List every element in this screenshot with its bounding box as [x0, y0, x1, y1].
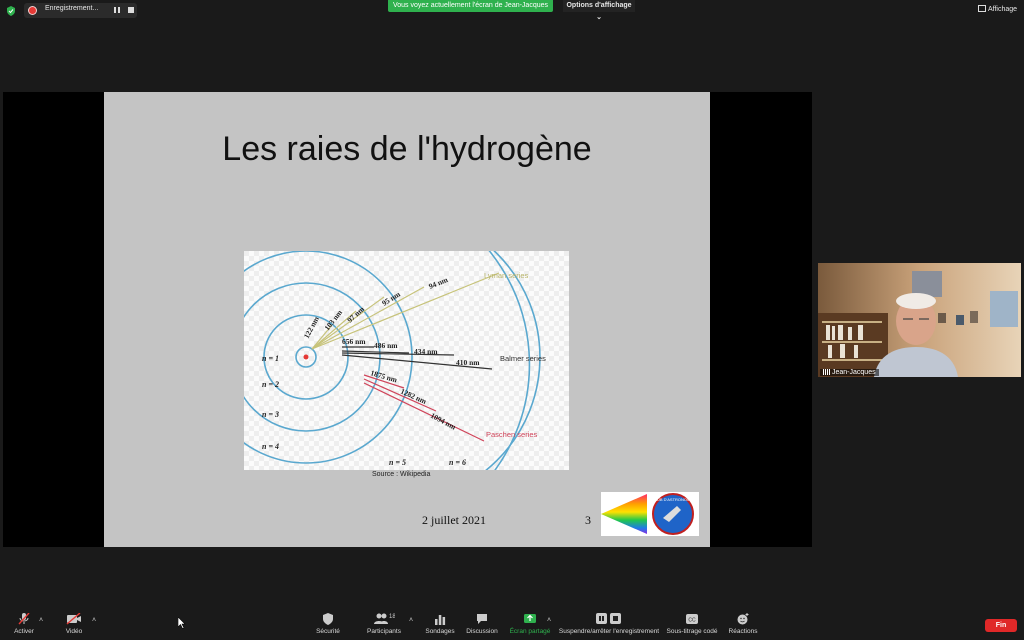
unmute-button[interactable]: Activer	[10, 613, 38, 635]
participant-name: Jean-Jacques	[832, 369, 876, 376]
slide-title: Les raies de l'hydrogène	[222, 130, 592, 168]
share-options-caret[interactable]: ˄	[547, 617, 551, 624]
hydrogen-orbits-svg: n = 1 n = 2 n = 3 n = 4 n = 5 n = 6 122 …	[199, 210, 569, 504]
video-off-icon	[66, 613, 81, 625]
captions-button[interactable]: CC Sous-titrage codé	[666, 613, 718, 635]
view-button-label: Affichage	[988, 6, 1018, 13]
logo-text: CLUB D'ASTRONOMIE	[652, 497, 695, 502]
balmer-series-label: Balmer series	[500, 354, 546, 363]
signal-icon	[823, 369, 830, 375]
video-button[interactable]: Vidéo	[60, 613, 88, 635]
balmer-410-label: 410 nm	[456, 358, 480, 367]
video-frame	[818, 263, 1021, 377]
level-n2-label: n = 2	[262, 380, 279, 389]
chat-button[interactable]: Discussion	[465, 613, 499, 635]
participants-caret[interactable]: ˄	[409, 617, 413, 624]
view-options-button[interactable]: Options d'affichage ⌄	[563, 0, 635, 21]
chevron-down-icon: ⌄	[596, 14, 602, 21]
mouse-cursor-icon	[178, 617, 186, 629]
screen-share-banner: Vous voyez actuellement l'écran de Jean-…	[388, 0, 553, 12]
club-logo-svg: CLUB D'ASTRONOMIE	[601, 493, 695, 535]
paschen-series-label: Paschen series	[486, 430, 538, 439]
participant-video[interactable]: Jean-Jacques	[818, 263, 1021, 377]
audio-options-caret[interactable]: ˄	[39, 617, 43, 624]
security-label: Sécurité	[316, 628, 340, 635]
level-n4-label: n = 4	[262, 442, 279, 451]
captions-label: Sous-titrage codé	[666, 628, 718, 635]
slide-number: 3	[585, 513, 591, 527]
shield-icon	[323, 613, 333, 625]
security-button[interactable]: Sécurité	[312, 613, 344, 635]
chat-label: Discussion	[466, 628, 498, 635]
balmer-486-label: 486 nm	[374, 341, 398, 350]
nucleus	[303, 354, 309, 360]
smiley-plus-icon	[737, 613, 749, 625]
share-screen-label: Écran partagé	[509, 628, 551, 635]
level-n1-label: n = 1	[262, 354, 279, 363]
hydrogen-diagram: n = 1 n = 2 n = 3 n = 4 n = 5 n = 6 122 …	[199, 210, 569, 504]
image-source: Source : Wikipedia	[372, 471, 431, 478]
video-options-caret[interactable]: ˄	[92, 617, 96, 624]
record-dot-icon	[29, 7, 36, 14]
reactions-button[interactable]: Réactions	[726, 613, 760, 635]
pause-stop-recording-button[interactable]: Suspendre/arrêter l'enregistrement	[558, 613, 660, 635]
participants-icon: 18	[374, 613, 395, 624]
svg-text:CC: CC	[688, 618, 696, 624]
level-n6-label: n = 6	[449, 458, 466, 467]
polls-label: Sondages	[425, 628, 455, 635]
shield-icon	[7, 6, 15, 16]
lyman-series-label: Lyman series	[484, 271, 529, 280]
view-button[interactable]: Affichage	[978, 5, 1017, 13]
participants-label: Participants	[367, 628, 401, 635]
polls-button[interactable]: Sondages	[424, 613, 456, 635]
grid-icon	[978, 5, 986, 12]
unmute-label: Activer	[14, 628, 34, 635]
share-screen-icon	[524, 614, 536, 623]
stop-recording-icon[interactable]	[128, 7, 134, 13]
level-n3-label: n = 3	[262, 410, 279, 419]
rainbow-prism	[601, 494, 647, 534]
slide-date: 2 juillet 2021	[422, 513, 486, 527]
participants-button[interactable]: 18 Participants	[364, 613, 404, 635]
pause-recording-icon[interactable]	[114, 7, 120, 13]
presentation-slide: Les raies de l'hydrogène n = 1 n = 2 n =…	[104, 92, 710, 547]
participants-count: 18	[389, 614, 395, 620]
club-logo: CLUB D'ASTRONOMIE	[601, 492, 699, 536]
balmer-434-label: 434 nm	[414, 347, 438, 356]
view-options-label: Options d'affichage	[566, 2, 632, 9]
pause-stop-recording-label: Suspendre/arrêter l'enregistrement	[558, 628, 660, 635]
closed-captions-icon: CC	[686, 614, 698, 624]
balmer-656-label: 656 nm	[342, 337, 366, 346]
pause-stop-icon	[596, 613, 621, 624]
bar-chart-icon	[435, 615, 446, 625]
share-screen-button[interactable]: Écran partagé	[508, 613, 552, 635]
video-label: Vidéo	[65, 628, 83, 635]
recording-indicator: Enregistrement...	[24, 3, 137, 18]
participant-name-tag: Jean-Jacques	[820, 369, 879, 376]
muted-mic-icon	[18, 613, 30, 625]
chat-bubble-icon	[477, 614, 487, 624]
wall-poster	[990, 291, 1018, 327]
recording-label: Enregistrement...	[45, 5, 99, 12]
end-meeting-button[interactable]: Fin	[985, 619, 1017, 632]
reactions-label: Réactions	[728, 628, 758, 635]
level-n5-label: n = 5	[389, 458, 406, 467]
